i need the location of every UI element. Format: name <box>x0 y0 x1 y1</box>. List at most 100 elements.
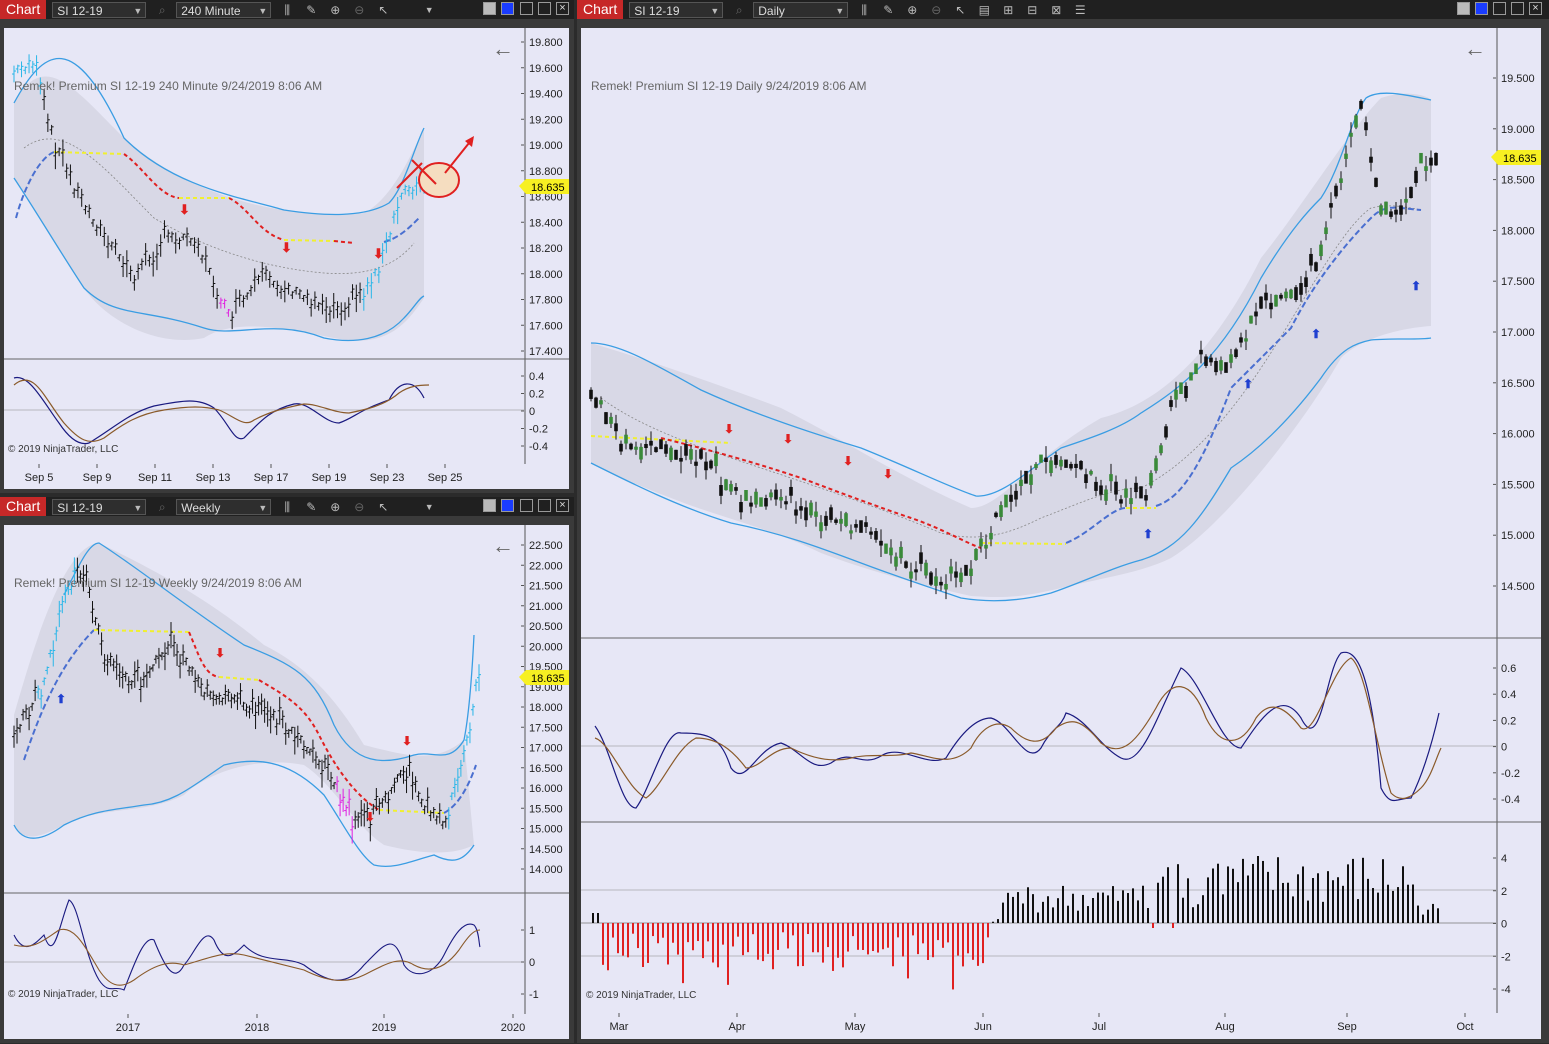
chevron-down-icon[interactable]: ▼ <box>421 2 437 18</box>
candle-body <box>1324 227 1328 235</box>
chart-menu-button[interactable]: Chart <box>0 497 47 516</box>
color-swatch-blue[interactable] <box>501 499 514 512</box>
candle-body <box>739 502 743 513</box>
toolbar: Chart SI 12-19 ▼ ⌕ Weekly ▼ ⫼ ✎ ⊕ ⊖ ↖ ▼ × <box>0 497 574 516</box>
interval-selector[interactable]: Daily ▼ <box>753 1 849 18</box>
candle-body <box>1019 479 1023 487</box>
minimize-button[interactable] <box>520 499 533 512</box>
bar-style-icon[interactable]: ⫼ <box>279 499 295 515</box>
interval-selector[interactable]: 240 Minute ▼ <box>176 1 272 18</box>
candle-body <box>889 547 893 556</box>
indicators-icon[interactable]: ⊞ <box>1000 2 1016 18</box>
candle-body <box>1369 156 1373 163</box>
time-tick-label: 2019 <box>372 1022 396 1034</box>
back-arrow-icon[interactable]: ← <box>1464 36 1486 61</box>
templates-icon[interactable]: ⊠ <box>1048 2 1064 18</box>
candle-body <box>1269 302 1273 310</box>
strategies-icon[interactable]: ⊟ <box>1024 2 1040 18</box>
candle-body <box>804 507 808 521</box>
close-button[interactable]: × <box>556 2 569 15</box>
properties-icon[interactable]: ▤ <box>976 2 992 18</box>
zoom-in-icon[interactable]: ⊕ <box>904 2 920 18</box>
candle-body <box>784 501 788 505</box>
chevron-down-icon: ▼ <box>835 5 845 16</box>
chevron-down-icon[interactable]: ▼ <box>421 499 437 515</box>
back-arrow-icon[interactable]: ← <box>492 36 514 61</box>
zoom-in-icon[interactable]: ⊕ <box>327 499 343 515</box>
candle-body <box>759 497 763 507</box>
price-marker-label: 18.635 <box>1503 153 1537 165</box>
time-axis-svg: Sep 5 Sep 9 Sep 11 Sep 13 Sep 17 Sep 19 Sep 23… <box>25 464 462 484</box>
chart-svg: ⬇ ⬇ ⬇ ⬆ Remek! Premium SI 12-19 Weekly 9/24… <box>4 525 569 1014</box>
axis-tick-label: 21.500 <box>529 581 563 593</box>
search-icon[interactable]: ⌕ <box>154 499 170 515</box>
time-tick-label: Aug <box>1215 1021 1235 1033</box>
price-panel[interactable]: ⬇ ⬇ ⬇ ⬇ ⬆ ⬆ ⬆ ⬆ Remek! Premium SI 12-19 Daily 9… <box>581 28 1541 1013</box>
data-box-icon[interactable]: ☰ <box>1072 2 1088 18</box>
candle-body <box>854 524 858 528</box>
instrument-value: SI 12-19 <box>57 500 103 515</box>
candle-body <box>654 447 658 453</box>
candle-body <box>1249 315 1253 324</box>
sell-signal-icon: ⬇ <box>179 202 190 217</box>
time-axis[interactable]: Mar Apr May Jun Jul Aug Sep Oct <box>581 1013 1541 1039</box>
maximize-button[interactable] <box>538 2 551 15</box>
maximize-button[interactable] <box>1511 2 1524 15</box>
candle-body <box>1404 198 1408 203</box>
minimize-button[interactable] <box>1493 2 1506 15</box>
candle-body <box>1314 262 1318 272</box>
time-axis[interactable]: 2017 2018 2019 2020 <box>4 1014 569 1039</box>
candle-body <box>679 457 683 462</box>
search-icon[interactable]: ⌕ <box>731 2 747 18</box>
draw-icon[interactable]: ✎ <box>303 499 319 515</box>
price-panel[interactable]: ⬇ ⬇ ⬇ ⬆ Remek! Premium SI 12-19 Weekly 9/24… <box>4 525 569 1014</box>
instrument-selector[interactable]: SI 12-19 ▼ <box>52 498 147 515</box>
color-swatch-blue[interactable] <box>501 2 514 15</box>
draw-icon[interactable]: ✎ <box>303 2 319 18</box>
zoom-out-icon[interactable]: ⊖ <box>351 2 367 18</box>
chart-menu-button[interactable]: Chart <box>577 0 624 19</box>
interval-value: Daily <box>758 3 785 18</box>
candle-body <box>704 461 708 471</box>
color-swatch-gray[interactable] <box>483 2 496 15</box>
search-icon[interactable]: ⌕ <box>154 2 170 18</box>
zoom-out-icon[interactable]: ⊖ <box>928 2 944 18</box>
toolbar: Chart SI 12-19 ▼ ⌕ 240 Minute ▼ ⫼ ✎ ⊕ ⊖ ↖ … <box>0 0 574 19</box>
chevron-down-icon: ▼ <box>133 5 143 16</box>
candle-body <box>1259 296 1263 309</box>
chevron-down-icon: ▼ <box>258 502 268 513</box>
price-panel[interactable]: ⬇ ⬇ ⬇ Remek! Premium SI 12-19 240 Minute 9… <box>4 28 569 464</box>
instrument-selector[interactable]: SI 12-19 ▼ <box>52 1 147 18</box>
close-button[interactable]: × <box>556 499 569 512</box>
time-tick-label: Sep 23 <box>370 472 405 484</box>
bar-style-icon[interactable]: ⫼ <box>856 2 872 18</box>
maximize-button[interactable] <box>538 499 551 512</box>
minimize-button[interactable] <box>520 2 533 15</box>
time-axis[interactable]: Sep 5 Sep 9 Sep 11 Sep 13 Sep 17 Sep 19 Sep 23… <box>4 464 569 489</box>
osc-line-fast <box>594 651 1440 809</box>
candle-body <box>629 443 633 450</box>
axis-tick-label: 19.800 <box>529 37 563 49</box>
axis-tick-label: 18.000 <box>1501 225 1535 237</box>
draw-icon[interactable]: ✎ <box>880 2 896 18</box>
bar-style-icon[interactable]: ⫼ <box>279 2 295 18</box>
zoom-in-icon[interactable]: ⊕ <box>327 2 343 18</box>
instrument-selector[interactable]: SI 12-19 ▼ <box>629 1 724 18</box>
pointer-icon[interactable]: ↖ <box>952 2 968 18</box>
histogram-axis: 4 2 0 -2 -4 <box>1493 853 1511 996</box>
candle-body <box>809 502 813 516</box>
back-arrow-icon[interactable]: ← <box>492 533 514 558</box>
candle-body <box>794 509 798 516</box>
chart-menu-button[interactable]: Chart <box>0 0 47 19</box>
color-swatch-gray[interactable] <box>1457 2 1470 15</box>
color-swatch-gray[interactable] <box>483 499 496 512</box>
keltner-band-fill <box>591 93 1431 598</box>
pointer-icon[interactable]: ↖ <box>375 499 391 515</box>
close-button[interactable]: × <box>1529 2 1542 15</box>
interval-selector[interactable]: Weekly ▼ <box>176 498 272 515</box>
color-swatch-blue[interactable] <box>1475 2 1488 15</box>
candle-body <box>874 531 878 540</box>
zoom-out-icon[interactable]: ⊖ <box>351 499 367 515</box>
candle-body <box>1119 499 1123 504</box>
pointer-icon[interactable]: ↖ <box>375 2 391 18</box>
